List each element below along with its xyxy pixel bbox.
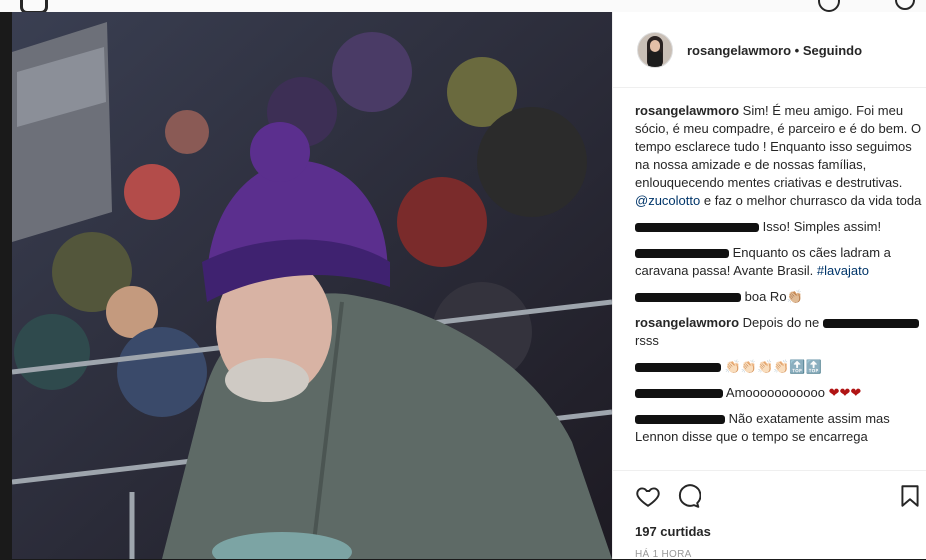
header-separator: • xyxy=(794,43,800,58)
comment-username[interactable]: rosangelawmoro xyxy=(635,315,739,330)
caption-mention[interactable]: @zucolotto xyxy=(635,193,700,208)
redacted-username xyxy=(635,293,741,303)
list-item: Isso! Simples assim! xyxy=(635,218,923,236)
list-item: boa Ro👏🏼 xyxy=(635,288,923,306)
comments-list[interactable]: rosangelawmoro Sim! É meu amigo. Foi meu… xyxy=(635,102,923,468)
profile-icon[interactable] xyxy=(895,0,915,10)
redacted-username xyxy=(635,415,725,425)
comment-hashtag[interactable]: #lavajato xyxy=(817,263,869,278)
list-item: Amooooooooooo ❤❤❤ xyxy=(635,384,923,402)
comment-text: boa Ro👏🏼 xyxy=(744,289,803,304)
comment-bubble-icon[interactable] xyxy=(675,483,702,509)
redacted-username xyxy=(635,223,759,233)
heart-icon[interactable] xyxy=(635,483,661,509)
header-line: rosangelawmoro • Seguindo xyxy=(687,43,862,58)
post-header: rosangelawmoro • Seguindo xyxy=(613,12,926,88)
comment-text: Depois do ne xyxy=(742,315,820,330)
post-side-panel: rosangelawmoro • Seguindo rosangelawmoro… xyxy=(612,12,926,560)
header-username[interactable]: rosangelawmoro xyxy=(687,43,791,58)
redacted-username xyxy=(635,389,723,399)
comment-text: rsss xyxy=(635,333,659,348)
list-item: 👏🏻👏🏻👏🏻👏🏻🔝🔝 xyxy=(635,358,923,376)
caption: rosangelawmoro Sim! É meu amigo. Foi meu… xyxy=(635,102,923,210)
avatar[interactable] xyxy=(637,32,673,68)
redacted-username xyxy=(635,249,729,259)
post-photo[interactable] xyxy=(12,12,612,559)
redacted-mention xyxy=(822,319,919,329)
compass-icon[interactable] xyxy=(818,0,840,12)
redacted-username xyxy=(635,363,721,373)
instagram-top-bar xyxy=(0,0,926,12)
stadium-photo-illustration xyxy=(12,12,612,559)
list-item: rosangelawmoro Depois do ne rsss xyxy=(635,314,923,350)
comment-text: 👏🏻👏🏻👏🏻👏🏻🔝🔝 xyxy=(724,359,822,374)
hearts-emoji: ❤❤❤ xyxy=(828,385,862,400)
list-item: Não exatamente assim mas Lennon disse qu… xyxy=(635,410,923,446)
comment-text: Isso! Simples assim! xyxy=(762,219,882,234)
list-item: Enquanto os cães ladram a caravana passa… xyxy=(635,244,923,280)
follow-status-button[interactable]: Seguindo xyxy=(803,43,862,58)
post-actions: 197 curtidas HÁ 1 HORA xyxy=(613,470,926,560)
caption-username[interactable]: rosangelawmoro xyxy=(635,103,739,118)
instagram-logo-icon[interactable] xyxy=(20,0,48,12)
comment-text: Amooooooooooo xyxy=(725,385,825,400)
likes-count[interactable]: 197 curtidas xyxy=(635,524,711,539)
caption-text-end: e faz o melhor churrasco da vida toda xyxy=(703,193,922,208)
post-timestamp: HÁ 1 HORA xyxy=(635,549,692,560)
bookmark-icon[interactable] xyxy=(897,483,923,509)
